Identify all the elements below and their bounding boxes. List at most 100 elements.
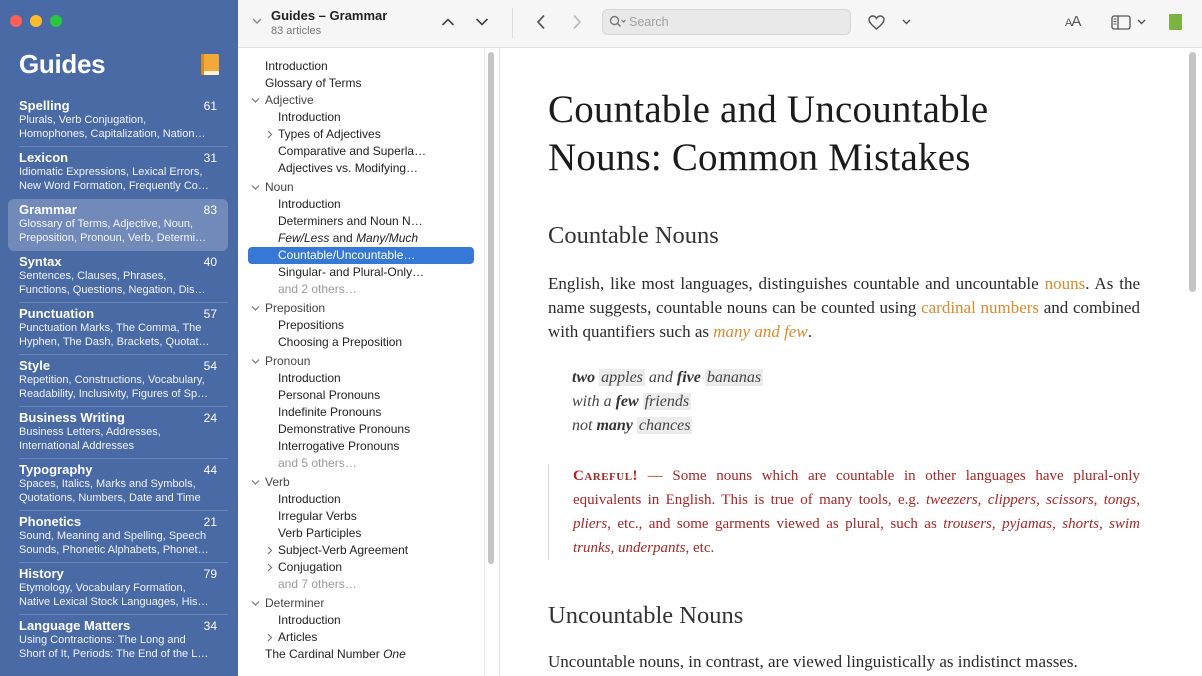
toc-section-label: Pronoun <box>265 354 311 368</box>
article-scrollbar[interactable] <box>1189 52 1196 292</box>
toc-item[interactable]: Introduction <box>238 370 484 387</box>
chevron-down-icon <box>251 98 260 103</box>
link-many-and-few[interactable]: many and few <box>713 322 807 341</box>
toc-item[interactable]: Personal Pronouns <box>238 387 484 404</box>
search-field[interactable] <box>602 9 851 35</box>
link-cardinal-numbers[interactable]: cardinal numbers <box>921 298 1039 317</box>
toc-item-expandable[interactable]: Articles <box>238 629 484 646</box>
minimize-window-button[interactable] <box>30 15 42 27</box>
guide-item-grammar[interactable]: Grammar 83 Glossary of Terms, Adjective, … <box>8 199 228 251</box>
toc-section-verb[interactable]: Verb <box>238 474 484 491</box>
toc-section-determiner[interactable]: Determiner <box>238 595 484 612</box>
toc-item[interactable]: Comparative and Superla… <box>238 143 484 160</box>
toc-scrollbar[interactable] <box>488 52 494 564</box>
toc-section-preposition[interactable]: Preposition <box>238 300 484 317</box>
guide-desc: Sound, Meaning and Spelling, Speech <box>19 530 207 542</box>
guide-count: 21 <box>203 515 217 529</box>
sidebar-toggle-button[interactable] <box>1109 12 1147 32</box>
toc-item[interactable]: Singular- and Plural-Only… <box>238 264 484 281</box>
book-icon <box>201 54 219 75</box>
guide-item-syntax[interactable]: Syntax 40 Sentences, Clauses, Phrases, Fu… <box>8 251 228 303</box>
toc-item-expandable[interactable]: Types of Adjectives <box>238 126 484 143</box>
toc-item[interactable]: Demonstrative Pronouns <box>238 421 484 438</box>
section-heading-countable: Countable Nouns <box>548 222 719 249</box>
guide-name: History <box>19 566 64 581</box>
previous-article-button[interactable] <box>438 12 458 32</box>
toc-item[interactable]: Introduction <box>238 612 484 629</box>
favorite-button[interactable] <box>866 12 886 32</box>
back-button[interactable] <box>532 12 550 32</box>
guide-item-style[interactable]: Style 54 Repetition, Constructions, Vocab… <box>8 355 228 407</box>
search-input[interactable] <box>629 13 844 31</box>
link-nouns[interactable]: nouns <box>1045 274 1086 293</box>
toc-item[interactable]: Introduction <box>238 58 484 75</box>
chevron-down-icon <box>1137 19 1145 25</box>
toc-item[interactable]: Irregular Verbs <box>238 508 484 525</box>
guide-item-spelling[interactable]: Spelling 61 Plurals, Verb Conjugation, Ho… <box>8 95 228 147</box>
forward-button[interactable] <box>568 12 586 32</box>
toc-more-link[interactable]: and 7 others… <box>238 576 484 593</box>
guide-item-punctuation[interactable]: Punctuation 57 Punctuation Marks, The Com… <box>8 303 228 355</box>
chevron-down-icon <box>251 480 260 485</box>
guide-name: Language Matters <box>19 618 131 633</box>
chevron-down-icon[interactable] <box>252 16 262 26</box>
guide-desc: Etymology, Vocabulary Formation, <box>19 582 186 594</box>
guide-item-typography[interactable]: Typography 44 Spaces, Italics, Marks and … <box>8 459 228 511</box>
zoom-window-button[interactable] <box>50 15 62 27</box>
heart-icon <box>867 14 885 30</box>
toc-item[interactable]: Determiners and Noun N… <box>238 213 484 230</box>
toc-item[interactable]: Introduction <box>238 491 484 508</box>
close-window-button[interactable] <box>10 15 22 27</box>
guides-sidebar: Guides Spelling 61 Plurals, Verb Conjugat… <box>0 0 238 676</box>
toc-item-expandable[interactable]: Conjugation <box>238 559 484 576</box>
example-word: two <box>572 369 596 386</box>
toc-item[interactable]: The Cardinal Number One <box>238 646 484 663</box>
guide-item-language-matters[interactable]: Language Matters 34 Using Contractions: T… <box>8 615 228 667</box>
guide-desc: Homophones, Capitalization, Nation… <box>19 128 206 140</box>
toc-item[interactable]: Glossary of Terms <box>238 75 484 92</box>
article-view: Countable and Uncountable Nouns: Common … <box>500 48 1202 676</box>
example-word: five <box>676 369 701 386</box>
font-size-button[interactable]: AA <box>1065 13 1081 30</box>
toc-item-selected[interactable]: Countable/Uncountable… <box>248 247 474 264</box>
section-heading-uncountable: Uncountable Nouns <box>548 602 744 629</box>
bookmark-icon[interactable] <box>1169 14 1182 30</box>
favorites-menu-button[interactable] <box>900 15 912 29</box>
toc-item[interactable]: Interrogative Pronouns <box>238 438 484 455</box>
next-article-button[interactable] <box>472 12 492 32</box>
chevron-down-icon <box>251 359 260 364</box>
chevron-right-icon <box>573 14 582 30</box>
guide-item-phonetics[interactable]: Phonetics 21 Sound, Meaning and Spelling,… <box>8 511 228 563</box>
guide-name: Spelling <box>19 98 70 113</box>
guide-count: 40 <box>203 255 217 269</box>
toc-item[interactable]: Choosing a Preposition <box>238 334 484 351</box>
toc-section-noun[interactable]: Noun <box>238 179 484 196</box>
toc-item[interactable]: Indefinite Pronouns <box>238 404 484 421</box>
toc-item-text: The Cardinal Number <box>265 647 384 661</box>
example-noun: apples <box>599 369 645 386</box>
toc-item[interactable]: Prepositions <box>238 317 484 334</box>
toc-item[interactable]: Introduction <box>238 196 484 213</box>
toc-item[interactable]: Adjectives vs. Modifying… <box>238 160 484 177</box>
toc-section-label: Noun <box>265 180 294 194</box>
toc-more-link[interactable]: and 5 others… <box>238 455 484 472</box>
toc-section-adjective[interactable]: Adjective <box>238 92 484 109</box>
toc-more-link[interactable]: and 2 others… <box>238 281 484 298</box>
chevron-up-icon <box>441 18 455 26</box>
toc-section-pronoun[interactable]: Pronoun <box>238 353 484 370</box>
guide-item-history[interactable]: History 79 Etymology, Vocabulary Formatio… <box>8 563 228 615</box>
toc-item[interactable]: Few/Less and Many/Much <box>238 230 484 247</box>
guide-item-business-writing[interactable]: Business Writing 24 Business Letters, Add… <box>8 407 228 459</box>
guide-count: 34 <box>203 619 217 633</box>
guide-desc: Native Lexical Stock Languages, His… <box>19 596 209 608</box>
guide-item-lexicon[interactable]: Lexicon 31 Idiomatic Expressions, Lexical… <box>8 147 228 199</box>
paragraph-uncountable: Uncountable nouns, in contrast, are view… <box>548 652 1078 671</box>
sidebar-title: Guides <box>19 49 106 79</box>
guide-count: 57 <box>203 307 217 321</box>
toc-item[interactable]: Verb Participles <box>238 525 484 542</box>
guide-count: 79 <box>203 567 217 581</box>
toc-item-expandable[interactable]: Subject-Verb Agreement <box>238 542 484 559</box>
toolbar: Guides – Grammar 83 articles AA <box>238 0 1202 48</box>
guide-desc: Functions, Questions, Negation, Dis… <box>19 284 206 296</box>
toc-item[interactable]: Introduction <box>238 109 484 126</box>
